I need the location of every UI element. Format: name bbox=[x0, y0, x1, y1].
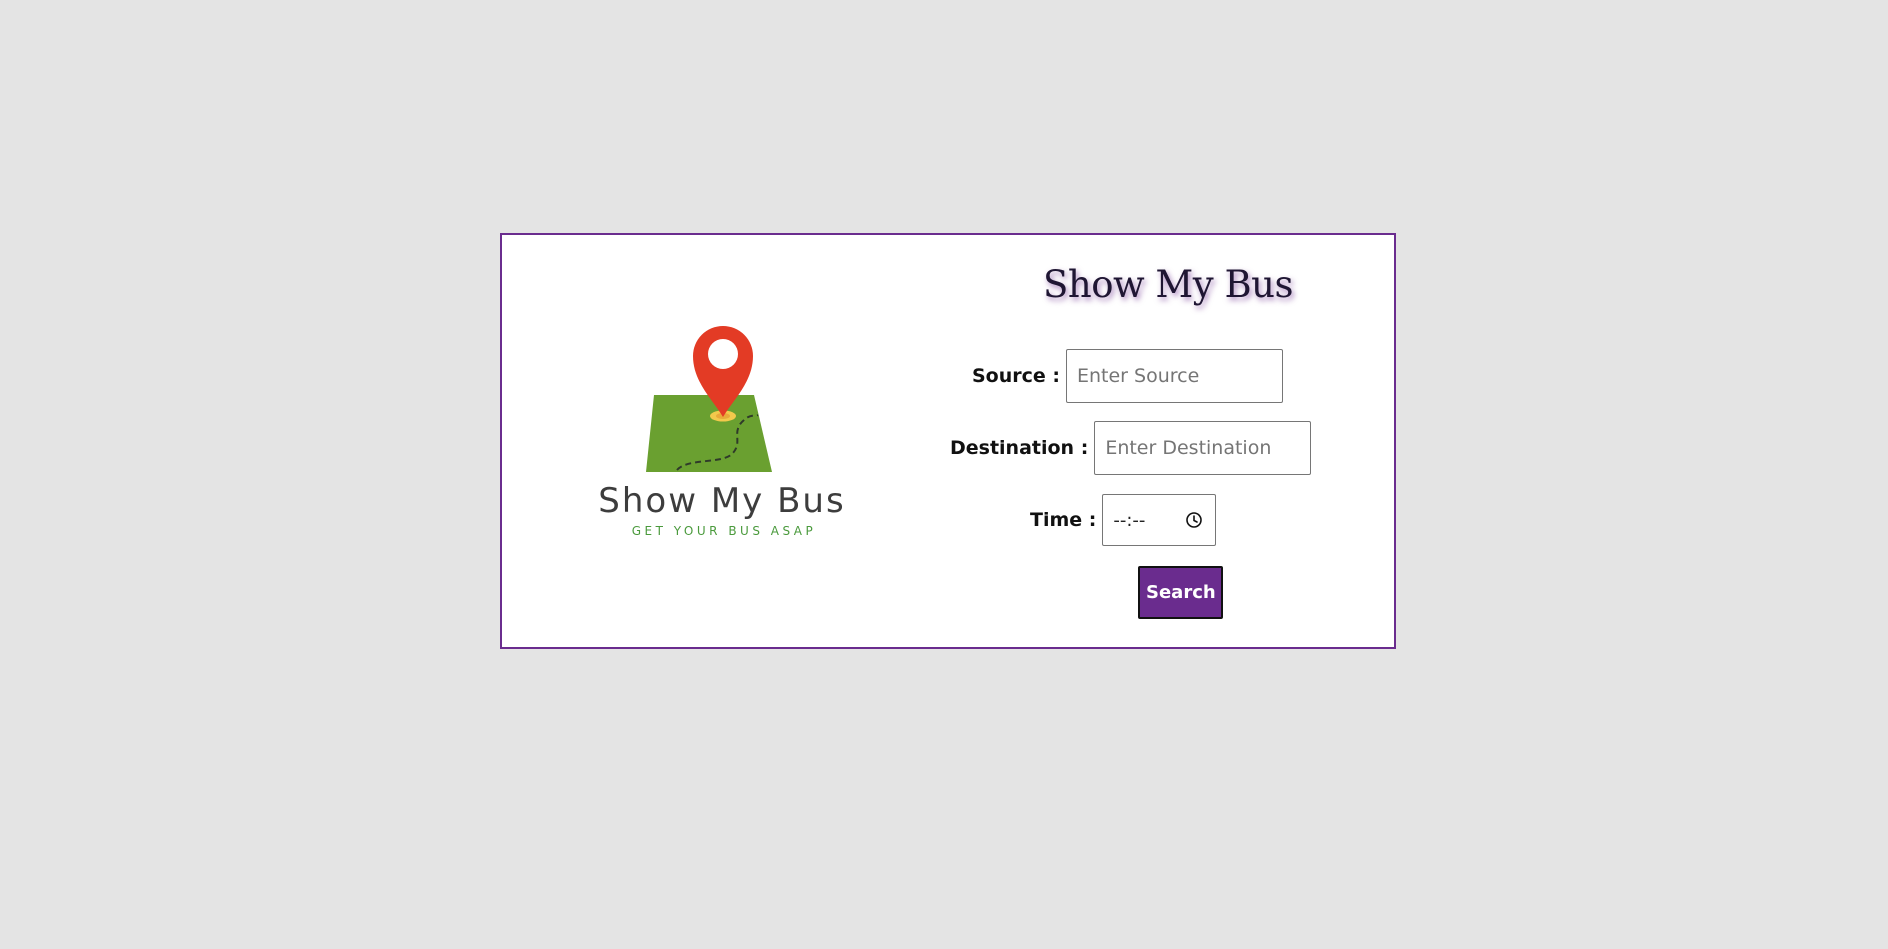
search-button-container: Search bbox=[1138, 566, 1223, 619]
source-row: Source : bbox=[972, 349, 1283, 403]
source-input[interactable] bbox=[1066, 349, 1283, 403]
time-row: Time : --:-- bbox=[1030, 494, 1217, 546]
page-title: Show My Bus bbox=[1043, 263, 1293, 306]
clock-icon[interactable] bbox=[1185, 511, 1203, 529]
logo-brand-text: Show My Bus bbox=[598, 481, 845, 521]
destination-input[interactable] bbox=[1094, 421, 1312, 475]
show-my-bus-logo: Show My Bus GET YOUR BUS ASAP bbox=[598, 326, 845, 538]
search-button[interactable]: Search bbox=[1138, 566, 1223, 619]
source-label: Source : bbox=[972, 365, 1060, 387]
time-label: Time : bbox=[1030, 509, 1097, 531]
search-card: Show My Bus GET YOUR BUS ASAP Show My Bu… bbox=[500, 233, 1396, 649]
destination-label: Destination : bbox=[950, 437, 1089, 459]
time-input[interactable]: --:-- bbox=[1102, 494, 1217, 546]
logo-tagline-text: GET YOUR BUS ASAP bbox=[632, 524, 817, 538]
logo-pane: Show My Bus GET YOUR BUS ASAP bbox=[502, 235, 942, 647]
time-value: --:-- bbox=[1113, 509, 1146, 531]
destination-row: Destination : bbox=[950, 421, 1312, 475]
